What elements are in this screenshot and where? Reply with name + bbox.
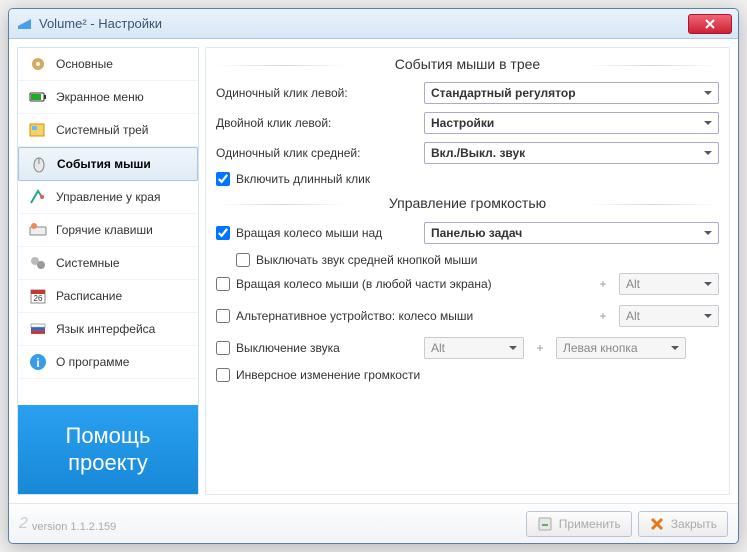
single-middle-combo[interactable]: Вкл./Выкл. звук [424,142,719,164]
row-wheel-anywhere: Вращая колесо мыши (в любой части экрана… [216,272,719,296]
wheel-anywhere-input[interactable] [216,277,230,291]
sidebar-item-mouse-events[interactable]: События мыши [18,147,198,181]
version-text: version 1.1.2.159 [32,521,116,533]
row-single-left: Одиночный клик левой: Стандартный регуля… [216,82,719,104]
info-icon: i [28,352,48,372]
version-big: 2 [19,515,28,533]
plus-separator: + [595,309,611,323]
sidebar-item-label: События мыши [57,157,151,171]
alt-device-label: Альтернативное устройство: колесо мыши [236,309,473,323]
sidebar-item-label: Экранное меню [56,90,144,104]
donate-banner[interactable]: Помощь проекту [18,405,198,494]
mute-middle-label: Выключать звук средней кнопкой мыши [256,253,477,267]
sidebar-item-system[interactable]: Системные [18,247,198,280]
row-single-middle: Одиночный клик средней: Вкл./Выкл. звук [216,142,719,164]
section-tray-title: События мыши в трее [216,52,719,78]
row-alt-device: Альтернативное устройство: колесо мыши +… [216,304,719,328]
mute-key1-combo: Alt [424,337,524,359]
sidebar-item-language[interactable]: Язык интерфейса [18,313,198,346]
sidebar-item-label: Управление у края [56,190,160,204]
keyboard-icon [28,220,48,240]
sidebar-item-label: Расписание [56,289,122,303]
apply-icon [537,516,553,532]
app-icon [17,16,33,32]
row-wheel-over: Вращая колесо мыши над Панелью задач [216,221,719,245]
wheel-over-input[interactable] [216,226,230,240]
plus-separator: + [595,277,611,291]
mouse-icon [29,154,49,174]
battery-icon [28,87,48,107]
gear-icon [28,54,48,74]
sidebar-item-general[interactable]: Основные [18,48,198,81]
flag-icon [28,319,48,339]
close-button[interactable]: Закрыть [638,511,728,537]
long-click-label: Включить длинный клик [236,172,370,186]
wheel-anywhere-checkbox[interactable]: Вращая колесо мыши (в любой части экрана… [216,277,587,291]
donate-line2: проекту [24,450,192,476]
settings-window: Volume² - Настройки Основные Экранное ме… [8,8,739,544]
sidebar-item-label: Язык интерфейса [56,322,155,336]
section-volume-title: Управление громкостью [216,191,719,217]
sidebar-item-schedule[interactable]: 26 Расписание [18,280,198,313]
wheel-anywhere-key-combo: Alt [619,273,719,295]
sidebar-item-label: Горячие клавиши [56,223,153,237]
sidebar-item-edge[interactable]: Управление у края [18,181,198,214]
double-left-label: Двойной клик левой: [216,116,416,130]
inverse-checkbox[interactable]: Инверсное изменение громкости [216,368,719,382]
mute-checkbox[interactable]: Выключение звука [216,341,416,355]
body: Основные Экранное меню Системный трей Со… [9,39,738,503]
titlebar[interactable]: Volume² - Настройки [9,9,738,39]
sidebar-item-hotkeys[interactable]: Горячие клавиши [18,214,198,247]
calendar-icon: 26 [28,286,48,306]
alt-device-input[interactable] [216,309,230,323]
tray-icon [28,120,48,140]
plus-separator: + [532,341,548,355]
window-title: Volume² - Настройки [39,16,688,31]
wheel-over-checkbox[interactable]: Вращая колесо мыши над [216,226,416,240]
wheel-anywhere-label: Вращая колесо мыши (в любой части экрана… [236,277,492,291]
sidebar-item-label: О программе [56,355,129,369]
close-icon [649,516,665,532]
sidebar-item-label: Системный трей [56,123,149,137]
single-left-combo[interactable]: Стандартный регулятор [424,82,719,104]
mute-key2-combo: Левая кнопка [556,337,686,359]
sidebar-item-about[interactable]: i О программе [18,346,198,379]
sidebar-item-label: Основные [56,57,113,71]
alt-device-key-combo: Alt [619,305,719,327]
sidebar-item-label: Системные [56,256,120,270]
edge-icon [28,187,48,207]
alt-device-checkbox[interactable]: Альтернативное устройство: колесо мыши [216,309,587,323]
long-click-input[interactable] [216,172,230,186]
footer: 2 version 1.1.2.159 Применить Закрыть [9,503,738,543]
mute-middle-checkbox[interactable]: Выключать звук средней кнопкой мыши [236,253,719,267]
donate-line1: Помощь [24,423,192,449]
mute-input[interactable] [216,341,230,355]
row-double-left: Двойной клик левой: Настройки [216,112,719,134]
sidebar: Основные Экранное меню Системный трей Со… [17,47,199,495]
wheel-over-label: Вращая колесо мыши над [236,226,382,240]
system-icon [28,253,48,273]
row-mute: Выключение звука Alt + Левая кнопка [216,336,719,360]
version-block: 2 version 1.1.2.159 [19,515,116,533]
svg-text:i: i [36,356,39,370]
window-close-button[interactable] [688,14,732,34]
svg-text:26: 26 [34,294,43,303]
main-panel: События мыши в трее Одиночный клик левой… [205,47,730,495]
long-click-checkbox[interactable]: Включить длинный клик [216,172,719,186]
inverse-label: Инверсное изменение громкости [236,368,420,382]
mute-label: Выключение звука [236,341,340,355]
double-left-combo[interactable]: Настройки [424,112,719,134]
sidebar-item-tray[interactable]: Системный трей [18,114,198,147]
close-label: Закрыть [671,517,717,531]
wheel-over-combo[interactable]: Панелью задач [424,222,719,244]
single-middle-label: Одиночный клик средней: [216,146,416,160]
apply-button[interactable]: Применить [526,511,632,537]
apply-label: Применить [559,517,621,531]
mute-middle-input[interactable] [236,253,250,267]
inverse-input[interactable] [216,368,230,382]
sidebar-item-osd[interactable]: Экранное меню [18,81,198,114]
single-left-label: Одиночный клик левой: [216,86,416,100]
